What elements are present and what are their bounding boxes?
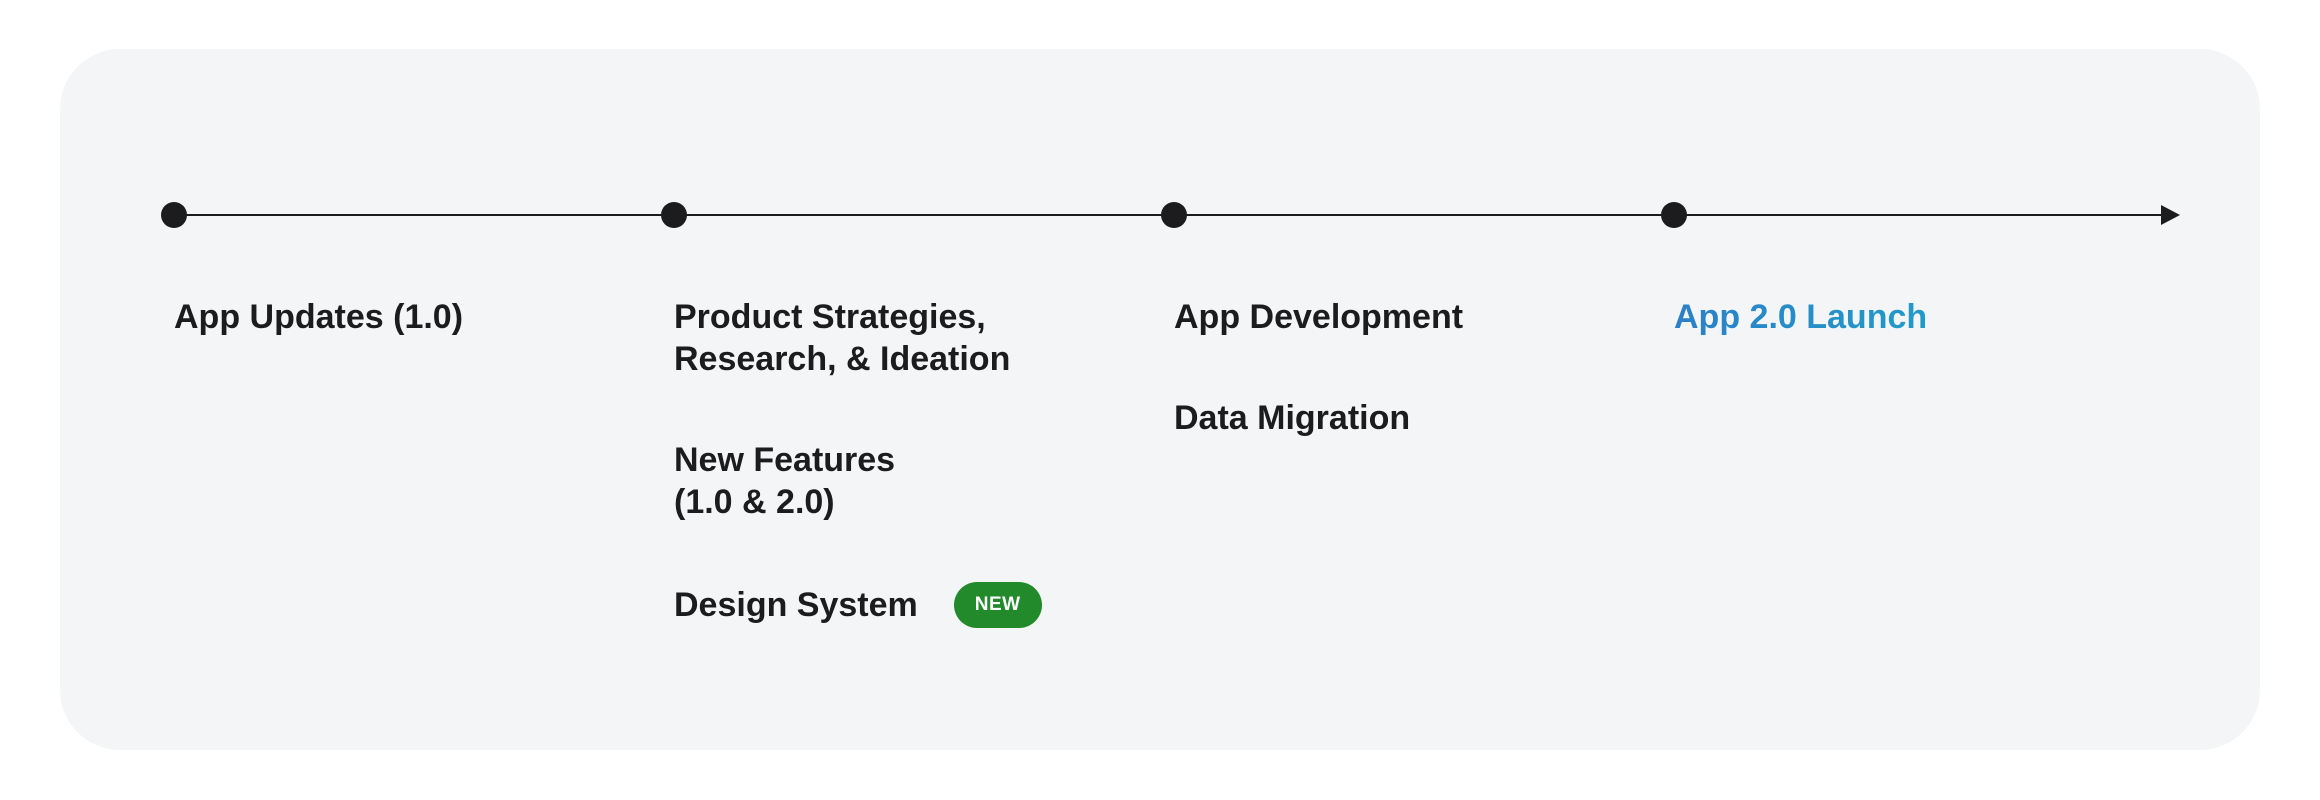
milestone-4: App 2.0 Launch — [1674, 296, 2154, 338]
milestone-3: App Development Data Migration — [1174, 296, 1654, 439]
badged-item-row: Design System NEW — [674, 582, 1154, 628]
timeline-card — [60, 49, 2260, 750]
milestone-item: App Development — [1174, 298, 1464, 336]
milestone-1: App Updates (1.0) — [174, 296, 654, 338]
milestone-item: Data Migration — [1174, 399, 1411, 437]
milestone-item: Design System — [674, 586, 918, 624]
milestone-item: Product Strategies, Research, & Ideation — [674, 298, 1011, 378]
new-badge: NEW — [953, 582, 1042, 628]
milestone-item: App Updates (1.0) — [174, 298, 464, 336]
milestone-item: New Features (1.0 & 2.0) — [674, 441, 896, 521]
milestone-item-highlighted: App 2.0 Launch — [1674, 296, 2154, 338]
milestone-2: Product Strategies, Research, & Ideation… — [674, 296, 1154, 628]
